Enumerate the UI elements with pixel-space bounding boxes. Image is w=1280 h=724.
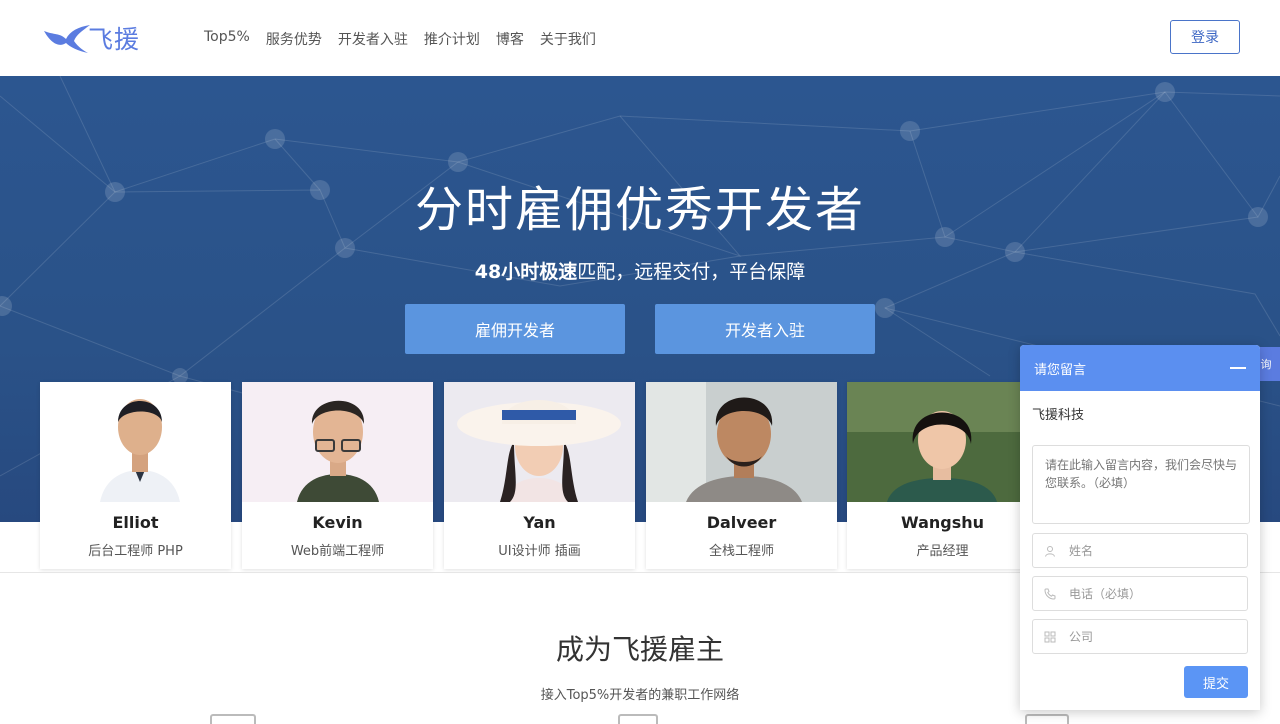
name-field[interactable]: 姓名 — [1032, 533, 1248, 568]
leave-message-widget: 请您留言 飞援科技 姓名 电话（必填） 公司 提交 — [1020, 345, 1260, 710]
widget-company-name: 飞援科技 — [1032, 408, 1085, 423]
hero-subtitle: 48小时极速匹配，远程交付，平台保障 — [0, 257, 1280, 284]
developer-role: 后台工程师 PHP — [88, 544, 183, 559]
nav-about[interactable]: 关于我们 — [540, 29, 596, 49]
nav-top5[interactable]: Top5% — [204, 29, 250, 49]
developer-photo — [646, 382, 837, 502]
nav-blog[interactable]: 博客 — [496, 29, 524, 49]
developer-name: Dalveer — [706, 513, 777, 532]
avatar — [847, 382, 1038, 502]
hero-title: 分时雇佣优秀开发者 — [414, 182, 865, 238]
avatar — [242, 382, 433, 502]
company-field[interactable]: 公司 — [1032, 619, 1248, 654]
feature-icon — [618, 714, 658, 724]
message-textarea[interactable] — [1032, 445, 1250, 524]
phone-field[interactable]: 电话（必填） — [1032, 576, 1248, 611]
avatar — [646, 382, 837, 502]
nav-advantages[interactable]: 服务优势 — [266, 29, 322, 49]
developer-photo — [444, 382, 635, 502]
developer-role: Web前端工程师 — [290, 544, 385, 559]
logo-text: 飞援 — [88, 25, 141, 54]
submit-button[interactable]: 提交 — [1184, 666, 1248, 698]
developer-role: 全栈工程师 — [708, 544, 774, 559]
feature-icon — [210, 714, 256, 724]
developer-card[interactable]: Dalveer 全栈工程师 — [646, 382, 837, 569]
site-logo[interactable]: 飞援 — [42, 18, 152, 58]
nav-referral[interactable]: 推介计划 — [424, 29, 480, 49]
developer-photo — [847, 382, 1038, 502]
feature-icon — [1025, 714, 1069, 724]
developer-card[interactable]: Yan UI设计师 插画 — [444, 382, 635, 569]
hero-subtitle-bold: 48小时极速 — [474, 261, 578, 283]
bird-logo-icon — [44, 25, 90, 53]
developer-photo — [40, 382, 231, 502]
main-nav: Top5% 服务优势 开发者入驻 推介计划 博客 关于我们 — [204, 29, 612, 49]
name-placeholder: 姓名 — [1069, 544, 1094, 558]
developer-name: Elliot — [112, 513, 159, 532]
top-header: 飞援 Top5% 服务优势 开发者入驻 推介计划 博客 关于我们 登录 — [0, 0, 1280, 76]
hero-subtitle-rest: 匹配，远程交付，平台保障 — [577, 261, 806, 283]
hire-developer-button[interactable]: 雇佣开发者 — [405, 304, 625, 354]
widget-header: 请您留言 — [1020, 345, 1260, 391]
company-placeholder: 公司 — [1069, 630, 1094, 644]
developer-name: Yan — [523, 513, 556, 532]
developer-role: 产品经理 — [916, 544, 969, 559]
phone-icon — [1043, 587, 1057, 601]
minimize-icon[interactable] — [1230, 367, 1246, 369]
widget-title: 请您留言 — [1034, 362, 1087, 378]
developer-card[interactable]: Wangshu 产品经理 — [847, 382, 1038, 569]
developer-name: Wangshu — [900, 513, 985, 532]
developer-card[interactable]: Elliot 后台工程师 PHP — [40, 382, 231, 569]
developer-card[interactable]: Kevin Web前端工程师 — [242, 382, 433, 569]
developer-join-button[interactable]: 开发者入驻 — [655, 304, 875, 354]
phone-placeholder: 电话（必填） — [1069, 587, 1142, 601]
avatar — [40, 382, 231, 502]
avatar — [444, 382, 635, 502]
login-button[interactable]: 登录 — [1170, 20, 1240, 54]
developer-photo — [242, 382, 433, 502]
nav-developer-join[interactable]: 开发者入驻 — [338, 29, 408, 49]
developer-role: UI设计师 插画 — [498, 544, 581, 559]
building-icon — [1043, 630, 1057, 644]
person-icon — [1043, 544, 1057, 558]
developer-name: Kevin — [312, 513, 363, 532]
